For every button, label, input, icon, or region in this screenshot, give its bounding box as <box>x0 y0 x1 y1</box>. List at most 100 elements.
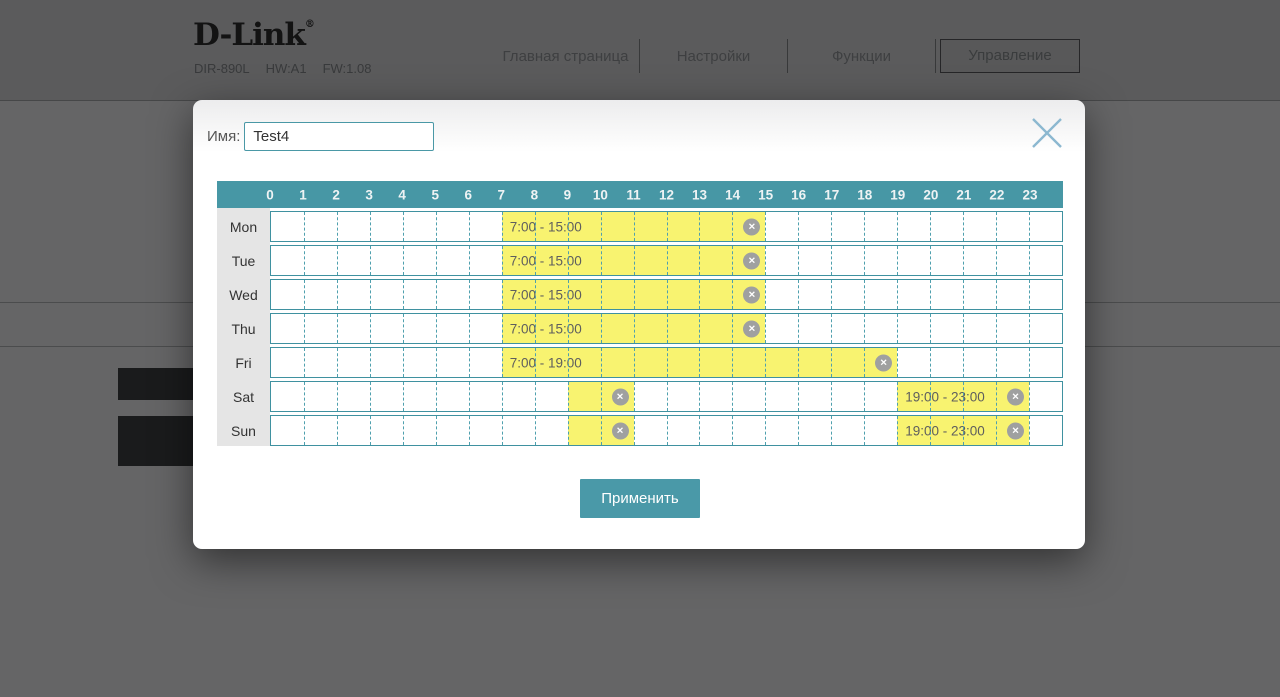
hour-gridline <box>699 348 701 377</box>
hour-gridline <box>699 280 701 309</box>
hour-gridline <box>831 416 833 445</box>
hour-gridline <box>732 348 734 377</box>
schedule-row-fri: Fri 7:00 - 19:00 ✕ <box>217 347 1063 378</box>
hour-gridline <box>600 382 602 411</box>
delete-block-icon[interactable]: ✕ <box>743 320 761 337</box>
hour-gridline <box>963 246 965 275</box>
hour-gridline <box>1029 416 1031 445</box>
close-icon[interactable] <box>1027 114 1067 154</box>
hour-gridline <box>732 416 734 445</box>
delete-block-icon[interactable]: ✕ <box>875 354 893 371</box>
schedule-track-sun[interactable]: ✕ 19:00 - 23:00 ✕ <box>270 415 1063 446</box>
hour-gridline <box>666 314 668 343</box>
hour-gridline <box>831 246 833 275</box>
hour-gridline <box>1029 212 1031 241</box>
hour-gridline <box>963 212 965 241</box>
delete-block-icon[interactable]: ✕ <box>1007 388 1025 405</box>
schedule-track-thu[interactable]: 7:00 - 15:00 ✕ <box>270 313 1063 344</box>
hour-gridline <box>897 348 899 377</box>
schedule-track-sat[interactable]: ✕ 19:00 - 23:00 ✕ <box>270 381 1063 412</box>
hour-label: 14 <box>725 187 741 202</box>
hour-gridline <box>600 246 602 275</box>
hour-gridline <box>534 416 536 445</box>
hour-gridline <box>435 382 437 411</box>
hours-track: 0 1 2 3 4 5 6 7 8 9 10 11 12 13 14 15 16 17 18 19 20 21 22 23 <box>266 181 1063 208</box>
hour-label: 15 <box>758 187 774 202</box>
hour-gridline <box>336 314 338 343</box>
hour-gridline <box>402 246 404 275</box>
schedule-track-fri[interactable]: 7:00 - 19:00 ✕ <box>270 347 1063 378</box>
hour-label: 2 <box>332 187 340 202</box>
block-time-label: 7:00 - 15:00 <box>509 287 582 302</box>
hour-gridline <box>501 280 503 309</box>
apply-button[interactable]: Применить <box>580 479 700 518</box>
hour-gridline <box>765 246 767 275</box>
hour-gridline <box>435 246 437 275</box>
schedule-name-input[interactable] <box>244 122 435 151</box>
hour-gridline <box>732 212 734 241</box>
hour-gridline <box>435 314 437 343</box>
hour-gridline <box>534 212 536 241</box>
hour-label: 3 <box>365 187 373 202</box>
delete-block-icon[interactable]: ✕ <box>611 388 629 405</box>
hour-gridline <box>831 280 833 309</box>
hour-label: 12 <box>658 187 675 202</box>
hour-gridline <box>303 382 305 411</box>
hour-gridline <box>930 314 932 343</box>
hour-gridline <box>633 246 635 275</box>
hour-gridline <box>435 212 437 241</box>
schedule-grid: 0 1 2 3 4 5 6 7 8 9 10 11 12 13 14 15 16 17 18 19 20 21 22 23 M… <box>217 181 1063 446</box>
hour-gridline <box>996 246 998 275</box>
hour-gridline <box>897 416 899 445</box>
hour-gridline <box>930 416 932 445</box>
hour-label: 16 <box>791 187 807 202</box>
hour-gridline <box>435 348 437 377</box>
hour-gridline <box>534 382 536 411</box>
hour-gridline <box>633 212 635 241</box>
hour-gridline <box>1029 348 1031 377</box>
schedule-track-mon[interactable]: 7:00 - 15:00 ✕ <box>270 211 1063 242</box>
hour-gridline <box>468 382 470 411</box>
delete-block-icon[interactable]: ✕ <box>743 218 761 235</box>
delete-block-icon[interactable]: ✕ <box>743 286 761 303</box>
delete-block-icon[interactable]: ✕ <box>611 422 629 439</box>
delete-block-icon[interactable]: ✕ <box>1007 422 1025 439</box>
schedule-track-wed[interactable]: 7:00 - 15:00 ✕ <box>270 279 1063 310</box>
hour-gridline <box>567 382 569 411</box>
hour-gridline <box>798 212 800 241</box>
schedule-row-thu: Thu 7:00 - 15:00 ✕ <box>217 313 1063 344</box>
hour-gridline <box>303 246 305 275</box>
hour-gridline <box>963 314 965 343</box>
hour-gridline <box>1029 280 1031 309</box>
hour-gridline <box>501 314 503 343</box>
hour-gridline <box>765 280 767 309</box>
hour-gridline <box>699 382 701 411</box>
hour-label: 13 <box>692 187 708 202</box>
name-field-row: Имя: <box>207 122 435 151</box>
hour-gridline <box>534 314 536 343</box>
block-time-label: 7:00 - 19:00 <box>509 355 582 370</box>
hour-gridline <box>369 314 371 343</box>
hour-gridline <box>303 314 305 343</box>
hour-gridline <box>336 382 338 411</box>
hour-label: 8 <box>530 187 539 202</box>
schedule-row-tue: Tue 7:00 - 15:00 ✕ <box>217 245 1063 276</box>
hour-gridline <box>501 246 503 275</box>
hour-gridline <box>501 212 503 241</box>
hour-gridline <box>600 348 602 377</box>
hour-gridline <box>831 382 833 411</box>
hour-label: 0 <box>266 187 274 202</box>
hour-gridline <box>402 382 404 411</box>
hour-gridline <box>303 416 305 445</box>
hour-gridline <box>963 280 965 309</box>
hour-gridline <box>435 280 437 309</box>
delete-block-icon[interactable]: ✕ <box>743 252 761 269</box>
hour-gridline <box>798 348 800 377</box>
schedule-track-tue[interactable]: 7:00 - 15:00 ✕ <box>270 245 1063 276</box>
hour-gridline <box>567 246 569 275</box>
hour-gridline <box>633 416 635 445</box>
hour-label: 21 <box>956 187 972 202</box>
hour-label: 19 <box>890 187 906 202</box>
hour-gridline <box>831 348 833 377</box>
hour-gridline <box>336 246 338 275</box>
